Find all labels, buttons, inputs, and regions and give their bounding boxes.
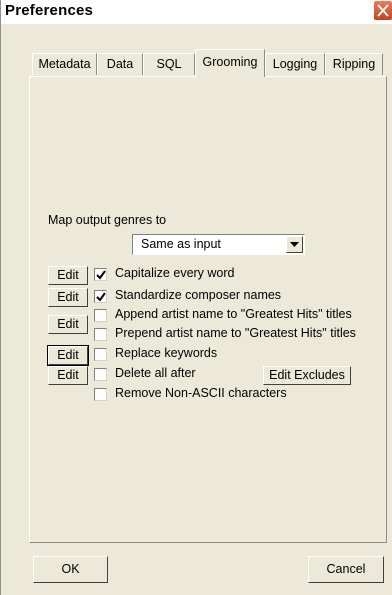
- preferences-dialog: Preferences Metadata Data SQL Grooming L…: [0, 0, 392, 595]
- tab-sql-label: SQL: [156, 57, 182, 71]
- tab-grooming-label: Grooming: [202, 55, 258, 69]
- grooming-panel: [29, 76, 387, 543]
- tab-sql[interactable]: SQL: [143, 53, 195, 75]
- ok-button[interactable]: OK: [33, 556, 108, 583]
- tab-logging[interactable]: Logging: [265, 53, 325, 75]
- tab-data[interactable]: Data: [97, 53, 143, 75]
- cancel-label: Cancel: [326, 562, 366, 576]
- close-button[interactable]: [373, 0, 392, 21]
- cancel-button[interactable]: Cancel: [308, 556, 384, 583]
- tab-metadata[interactable]: Metadata: [32, 53, 97, 75]
- title-bar[interactable]: Preferences: [1, 0, 392, 24]
- ok-label: OK: [61, 562, 80, 576]
- tab-logging-label: Logging: [272, 57, 318, 71]
- tab-ripping-label: Ripping: [332, 57, 376, 71]
- tab-ripping[interactable]: Ripping: [325, 53, 383, 75]
- tab-metadata-label: Metadata: [38, 57, 91, 71]
- tab-data-label: Data: [106, 57, 134, 71]
- window-title: Preferences: [5, 2, 94, 19]
- close-icon: [377, 4, 389, 17]
- tab-grooming[interactable]: Grooming: [195, 49, 265, 77]
